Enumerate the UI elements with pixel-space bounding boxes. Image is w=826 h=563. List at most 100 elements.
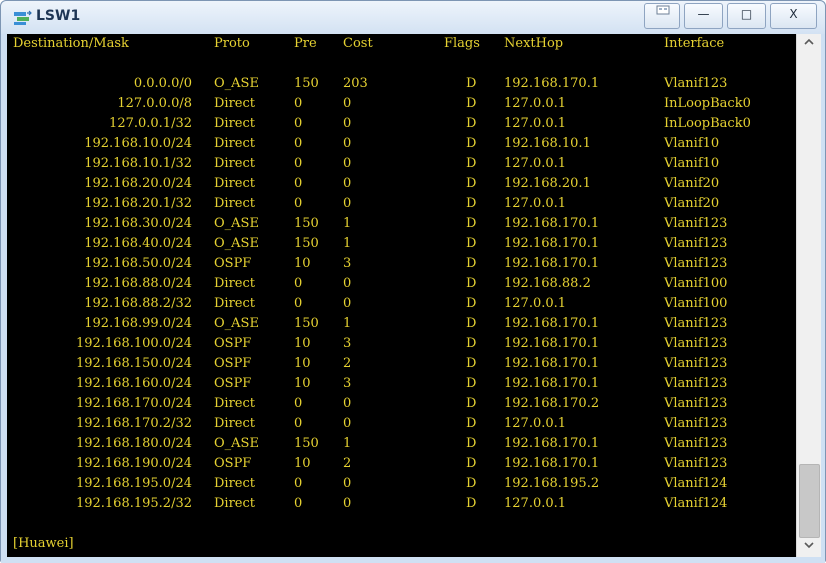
- table-row: 192.168.195.2/32 Direct 0 0 D 127.0.0.1 Vlanif…: [7, 496, 796, 516]
- cell-pre: 0: [294, 136, 303, 151]
- vertical-scrollbar[interactable]: [796, 34, 821, 557]
- close-icon: X: [789, 7, 798, 21]
- cell-nexthop: 192.168.170.1: [504, 436, 600, 451]
- table-row: 192.168.170.2/32 Direct 0 0 D 127.0.0.1 Vlanif…: [7, 416, 796, 436]
- cell-flags: D: [466, 376, 477, 391]
- header-destination: Destination/Mask: [13, 36, 129, 51]
- cell-flags: D: [466, 396, 477, 411]
- cell-proto: Direct: [214, 476, 255, 491]
- cell-pre: 150: [294, 216, 319, 231]
- cell-nexthop: 127.0.0.1: [504, 416, 567, 431]
- cell-destination: 192.168.10.1/32: [84, 156, 192, 171]
- cell-pre: 0: [294, 156, 303, 171]
- cell-flags: D: [466, 76, 477, 91]
- cell-interface: Vlanif20: [664, 196, 720, 211]
- table-row: 192.168.20.1/32 Direct 0 0 D 127.0.0.1 Vlanif2…: [7, 196, 796, 216]
- cell-nexthop: 192.168.10.1: [504, 136, 591, 151]
- table-row: 192.168.150.0/24 OSPF 10 2 D 192.168.170.1 Vla…: [7, 356, 796, 376]
- switch-icon: [14, 10, 32, 25]
- cell-pre: 0: [294, 176, 303, 191]
- cell-flags: D: [466, 496, 477, 511]
- cell-flags: D: [466, 196, 477, 211]
- cell-proto: Direct: [214, 296, 255, 311]
- cell-nexthop: 192.168.88.2: [504, 276, 591, 291]
- header-interface: Interface: [664, 36, 725, 51]
- terminal-output[interactable]: Destination/Mask Proto Pre Cost Flags Ne…: [7, 34, 796, 557]
- cell-destination: 192.168.170.0/24: [75, 396, 192, 411]
- scroll-down-button[interactable]: [797, 537, 821, 557]
- cell-nexthop: 127.0.0.1: [504, 116, 567, 131]
- cell-nexthop: 127.0.0.1: [504, 196, 567, 211]
- table-row: 192.168.30.0/24 O_ASE 150 1 D 192.168.170.1 Vl…: [7, 216, 796, 236]
- cell-flags: D: [466, 176, 477, 191]
- cell-pre: 10: [294, 336, 311, 351]
- cell-proto: Direct: [214, 96, 255, 111]
- cell-cost: 3: [343, 336, 352, 351]
- cell-interface: Vlanif100: [664, 296, 728, 311]
- cell-pre: 0: [294, 476, 303, 491]
- cell-nexthop: 192.168.170.1: [504, 236, 600, 251]
- minimize-button[interactable]: —: [684, 3, 723, 29]
- cell-pre: 150: [294, 316, 319, 331]
- cell-nexthop: 192.168.170.1: [504, 356, 600, 371]
- cell-nexthop: 127.0.0.1: [504, 496, 567, 511]
- close-button[interactable]: X: [770, 3, 817, 29]
- cell-proto: Direct: [214, 416, 255, 431]
- table-row: 192.168.180.0/24 O_ASE 150 1 D 192.168.170.1 V…: [7, 436, 796, 456]
- table-row: 192.168.88.0/24 Direct 0 0 D 192.168.88.2 Vlan…: [7, 276, 796, 296]
- special-window-button[interactable]: [644, 3, 680, 29]
- header-cost: Cost: [343, 36, 373, 51]
- chevron-up-icon: [804, 38, 814, 45]
- minimize-icon: —: [697, 7, 710, 21]
- cell-destination: 127.0.0.1/32: [109, 116, 192, 131]
- cell-flags: D: [466, 276, 477, 291]
- cell-pre: 0: [294, 296, 303, 311]
- title-bar[interactable]: LSW1 — □ X: [1, 1, 825, 34]
- cell-interface: Vlanif123: [664, 356, 728, 371]
- maximize-button[interactable]: □: [727, 3, 766, 29]
- cell-pre: 0: [294, 276, 303, 291]
- cell-flags: D: [466, 456, 477, 471]
- scroll-up-button[interactable]: [797, 34, 821, 54]
- table-row: 192.168.195.0/24 Direct 0 0 D 192.168.195.2 Vl…: [7, 476, 796, 496]
- table-row: 127.0.0.1/32 Direct 0 0 D 127.0.0.1 InLoopBack…: [7, 116, 796, 136]
- cell-destination: 192.168.50.0/24: [84, 256, 192, 271]
- cell-flags: D: [466, 476, 477, 491]
- cell-destination: 192.168.160.0/24: [75, 376, 192, 391]
- cell-proto: OSPF: [214, 456, 252, 471]
- table-row: 192.168.50.0/24 OSPF 10 3 D 192.168.170.1 Vlan…: [7, 256, 796, 276]
- cell-proto: OSPF: [214, 356, 252, 371]
- cell-interface: Vlanif123: [664, 336, 728, 351]
- table-row: 192.168.40.0/24 O_ASE 150 1 D 192.168.170.1 Vl…: [7, 236, 796, 256]
- cell-pre: 0: [294, 116, 303, 131]
- cell-cost: 0: [343, 176, 352, 191]
- cell-flags: D: [466, 336, 477, 351]
- cell-cost: 0: [343, 396, 352, 411]
- cell-cost: 2: [343, 356, 352, 371]
- cell-nexthop: 192.168.195.2: [504, 476, 600, 491]
- table-row: 192.168.100.0/24 OSPF 10 3 D 192.168.170.1 Vla…: [7, 336, 796, 356]
- scroll-thumb[interactable]: [799, 464, 820, 538]
- header-pre: Pre: [294, 36, 317, 51]
- cell-nexthop: 192.168.170.2: [504, 396, 600, 411]
- command-prompt[interactable]: [Huawei]: [13, 536, 74, 556]
- cell-pre: 10: [294, 256, 311, 271]
- cell-flags: D: [466, 156, 477, 171]
- cell-destination: 0.0.0.0/0: [133, 76, 192, 91]
- cell-cost: 0: [343, 476, 352, 491]
- table-row: 192.168.190.0/24 OSPF 10 2 D 192.168.170.1 Vla…: [7, 456, 796, 476]
- cell-pre: 10: [294, 356, 311, 371]
- cell-cost: 0: [343, 196, 352, 211]
- cell-destination: 192.168.10.0/24: [84, 136, 192, 151]
- cell-cost: 1: [343, 316, 352, 331]
- cell-pre: 150: [294, 236, 319, 251]
- cell-interface: Vlanif123: [664, 396, 728, 411]
- cell-destination: 192.168.190.0/24: [75, 456, 192, 471]
- cell-proto: OSPF: [214, 256, 252, 271]
- cell-destination: 192.168.20.0/24: [84, 176, 192, 191]
- cell-proto: Direct: [214, 496, 255, 511]
- cell-proto: O_ASE: [214, 216, 259, 231]
- cell-proto: OSPF: [214, 336, 252, 351]
- cell-nexthop: 127.0.0.1: [504, 96, 567, 111]
- cell-pre: 0: [294, 196, 303, 211]
